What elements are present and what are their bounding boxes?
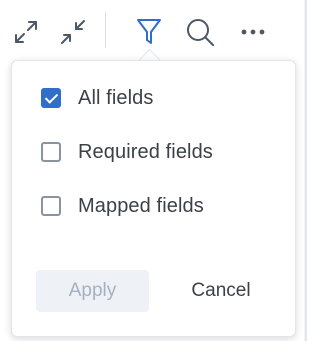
cancel-button[interactable]: Cancel — [176, 270, 266, 312]
apply-button[interactable]: Apply — [36, 270, 149, 312]
toolbar-divider — [105, 12, 106, 48]
option-required-fields[interactable]: Required fields — [41, 140, 213, 164]
option-all-fields[interactable]: All fields — [41, 86, 153, 110]
more-icon[interactable] — [237, 16, 269, 48]
expand-icon[interactable] — [10, 16, 42, 48]
option-label: All fields — [78, 86, 154, 109]
search-icon[interactable] — [184, 16, 216, 48]
panel-scrollbar — [305, 0, 307, 341]
option-label: Mapped fields — [78, 194, 204, 217]
filter-popover: All fields Required fields Mapped fields… — [11, 60, 296, 337]
checkbox-required-fields[interactable] — [41, 142, 61, 162]
option-mapped-fields[interactable]: Mapped fields — [41, 194, 204, 218]
collapse-icon[interactable] — [57, 16, 89, 48]
checkbox-mapped-fields[interactable] — [41, 196, 61, 216]
toolbar — [0, 0, 307, 60]
option-label: Required fields — [78, 140, 213, 163]
checkbox-all-fields[interactable] — [41, 88, 61, 108]
filter-icon[interactable] — [133, 16, 165, 48]
